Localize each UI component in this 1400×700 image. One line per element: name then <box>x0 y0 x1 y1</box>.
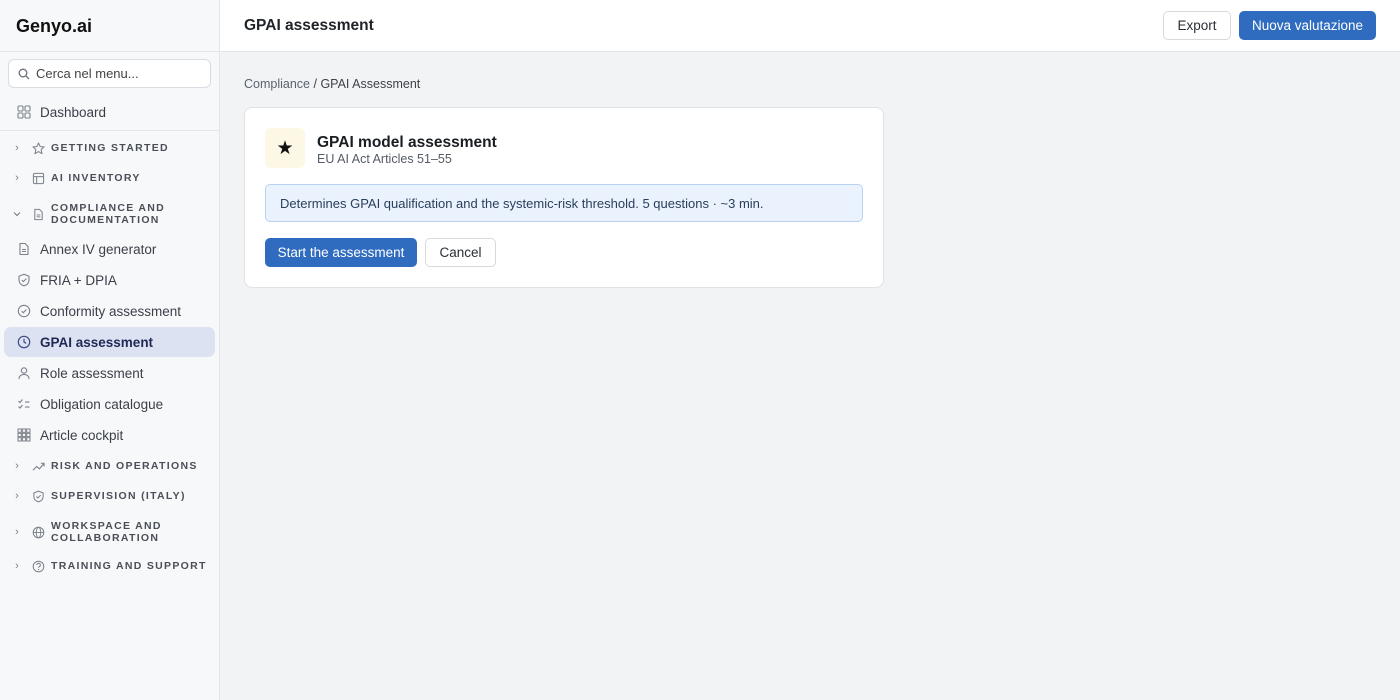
cancel-button[interactable]: Cancel <box>425 238 496 267</box>
table-icon <box>31 171 45 185</box>
dashboard-icon <box>17 105 31 119</box>
section-supervision-italy[interactable]: › SUPERVISION (ITALY) <box>0 489 219 503</box>
sidebar-item-label: Conformity assessment <box>40 303 182 319</box>
shield-check-icon <box>31 489 45 503</box>
sidebar-item-label: FRIA + DPIA <box>40 272 117 288</box>
clock-icon <box>17 335 31 349</box>
sidebar: Genyo.ai Dashboard › GETTING STARTED › A… <box>0 0 220 700</box>
help-circle-icon <box>31 559 45 573</box>
page-title: GPAI assessment <box>244 17 374 34</box>
chevron-right-icon: › <box>15 142 19 154</box>
section-label: WORKSPACE AND COLLABORATION <box>51 520 162 544</box>
chevron-right-icon: › <box>15 560 19 572</box>
sidebar-item-gpai[interactable]: GPAI assessment <box>4 327 215 357</box>
sidebar-item-label: GPAI assessment <box>40 334 154 350</box>
chevron-down-icon <box>11 209 23 219</box>
start-assessment-button[interactable]: Start the assessment <box>265 238 417 267</box>
top-bar: GPAI assessment Export Nuova valutazione <box>220 0 1400 52</box>
document-icon <box>17 242 31 256</box>
breadcrumb-link-compliance[interactable]: Compliance <box>244 77 310 91</box>
menu-search-input[interactable] <box>36 66 196 81</box>
search-icon <box>18 68 30 79</box>
breadcrumb-separator: / <box>310 77 321 91</box>
gpai-assessment-card: ★ GPAI model assessment EU AI Act Articl… <box>244 107 884 288</box>
sidebar-item-fria-dpia[interactable]: FRIA + DPIA <box>4 265 215 295</box>
sidebar-item-label: Dashboard <box>40 104 107 120</box>
check-circle-icon <box>17 304 31 318</box>
chevron-right-icon: › <box>15 526 19 538</box>
chevron-right-icon: › <box>15 490 19 502</box>
section-label: RISK AND OPERATIONS <box>51 460 198 472</box>
document-icon <box>31 207 45 221</box>
section-label: COMPLIANCE AND DOCUMENTATION <box>51 202 166 226</box>
section-label: TRAINING AND SUPPORT <box>51 560 207 572</box>
section-getting-started[interactable]: › GETTING STARTED <box>0 141 219 155</box>
sidebar-item-obligations[interactable]: Obligation catalogue <box>4 389 215 419</box>
star-outline-icon <box>31 141 45 155</box>
shield-check-icon <box>17 273 31 287</box>
trending-up-icon <box>31 459 45 473</box>
breadcrumb: Compliance / GPAI Assessment <box>244 77 420 91</box>
section-label: AI INVENTORY <box>51 172 141 184</box>
card-title: GPAI model assessment <box>317 134 497 151</box>
breadcrumb-current: GPAI Assessment <box>320 77 421 91</box>
sidebar-item-role[interactable]: Role assessment <box>4 358 215 388</box>
star-icon: ★ <box>265 128 305 168</box>
export-button[interactable]: Export <box>1163 11 1231 40</box>
menu-search[interactable] <box>8 59 211 88</box>
sidebar-item-annex-iv[interactable]: Annex IV generator <box>4 234 215 264</box>
new-assessment-button[interactable]: Nuova valutazione <box>1239 11 1376 40</box>
sidebar-item-article-cockpit[interactable]: Article cockpit <box>4 420 215 450</box>
sidebar-item-label: Article cockpit <box>40 427 124 443</box>
section-ai-inventory[interactable]: › AI INVENTORY <box>0 171 219 185</box>
sidebar-item-label: Obligation catalogue <box>40 396 164 412</box>
sidebar-item-label: Role assessment <box>40 365 144 381</box>
sidebar-item-dashboard[interactable]: Dashboard <box>4 97 215 127</box>
globe-icon <box>31 525 45 539</box>
sidebar-item-conformity[interactable]: Conformity assessment <box>4 296 215 326</box>
chevron-right-icon: › <box>15 172 19 184</box>
section-label: GETTING STARTED <box>51 142 169 154</box>
section-label: SUPERVISION (ITALY) <box>51 490 186 502</box>
section-training-support[interactable]: › TRAINING AND SUPPORT <box>0 559 219 573</box>
sidebar-item-label: Annex IV generator <box>40 241 157 257</box>
info-banner: Determines GPAI qualification and the sy… <box>265 184 863 222</box>
grid-icon <box>17 428 31 442</box>
card-subtitle: EU AI Act Articles 51–55 <box>317 152 452 166</box>
section-compliance-documentation[interactable]: COMPLIANCE AND DOCUMENTATION <box>0 201 219 227</box>
checklist-icon <box>17 397 31 411</box>
sidebar-divider <box>0 130 219 131</box>
user-icon <box>17 366 31 380</box>
chevron-right-icon: › <box>15 460 19 472</box>
brand-logo[interactable]: Genyo.ai <box>0 0 219 52</box>
section-risk-operations[interactable]: › RISK AND OPERATIONS <box>0 459 219 473</box>
section-workspace-collaboration[interactable]: › WORKSPACE AND COLLABORATION <box>0 519 219 545</box>
